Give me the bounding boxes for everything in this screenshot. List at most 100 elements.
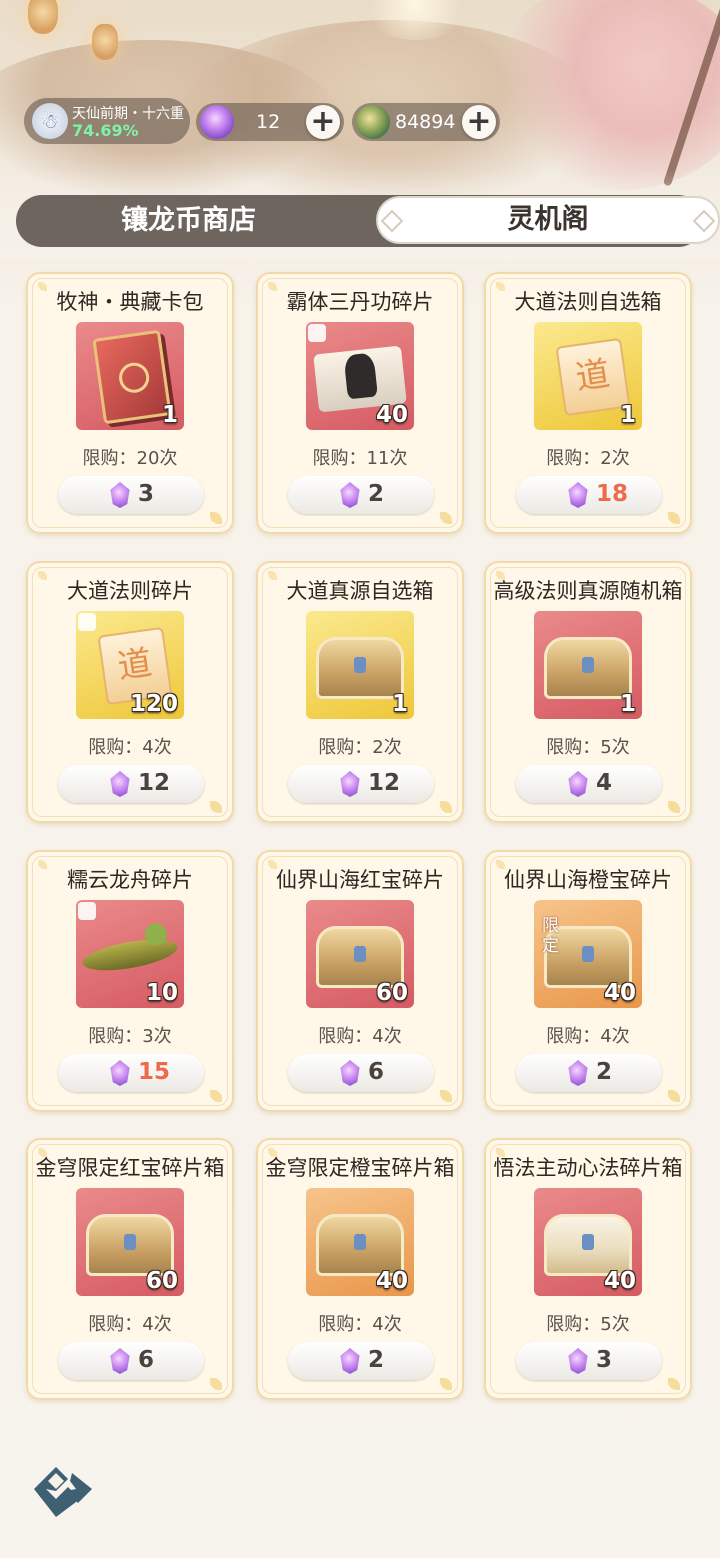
purchase-limit: 限购：4次	[318, 1314, 402, 1335]
purchase-limit: 限购：2次	[318, 737, 402, 758]
realm-title: 天仙前期・十六重	[72, 106, 184, 122]
item-image: 1	[534, 611, 642, 719]
shop-item-card[interactable]: 牧神・典藏卡包 1 限购：20次 3	[26, 272, 234, 534]
purchase-limit: 限购：5次	[546, 1314, 630, 1335]
shop-item-card[interactable]: 大道法则自选箱 道 1 限购：2次 18	[484, 272, 692, 534]
item-name: 金穹限定橙宝碎片箱	[265, 1156, 455, 1180]
item-name: 悟法主动心法碎片箱	[493, 1156, 683, 1180]
item-quantity: 1	[391, 691, 408, 717]
item-image: 60	[306, 900, 414, 1008]
item-quantity: 60	[375, 980, 408, 1006]
treasure-chest-icon	[86, 1214, 174, 1276]
item-name: 大道法则碎片	[67, 579, 193, 603]
dragon-boat-icon	[80, 933, 180, 977]
buy-button[interactable]: 3	[58, 476, 204, 514]
jade-currency: 84894 +	[352, 103, 500, 141]
treasure-chest-icon	[544, 637, 632, 699]
item-quantity: 60	[145, 1268, 178, 1294]
shop-item-card[interactable]: 仙界山海红宝碎片 60 限购：4次 6	[256, 850, 464, 1112]
buy-button[interactable]: 18	[516, 476, 662, 514]
treasure-chest-icon	[316, 926, 404, 988]
item-price: 4	[596, 770, 613, 796]
purchase-limit: 限购：4次	[318, 1026, 402, 1047]
item-price: 3	[596, 1347, 613, 1373]
item-price: 2	[596, 1059, 613, 1085]
item-price: 3	[138, 481, 155, 507]
crystal-icon	[110, 482, 130, 508]
diamond-ornament-icon	[692, 209, 716, 233]
item-image: 40	[306, 322, 414, 430]
item-quantity: 1	[619, 691, 636, 717]
item-quantity: 10	[145, 980, 178, 1006]
add-crystal-button[interactable]: +	[306, 105, 340, 139]
buy-button[interactable]: 12	[58, 765, 204, 803]
buy-button[interactable]: 2	[288, 1342, 434, 1380]
shop-item-card[interactable]: 霸体三丹功碎片 40 限购：11次 2	[256, 272, 464, 534]
tab-lingji-label: 灵机阁	[507, 204, 589, 235]
shop-item-card[interactable]: 仙界山海橙宝碎片 限定 40 限购：4次 2	[484, 850, 692, 1112]
tab-lingji-pavilion[interactable]: 灵机阁	[376, 196, 720, 244]
crystal-icon	[110, 1348, 130, 1374]
item-name: 霸体三丹功碎片	[286, 290, 434, 314]
item-name: 高级法则真源随机箱	[493, 579, 683, 603]
buy-button[interactable]: 2	[516, 1054, 662, 1092]
item-image: 10	[76, 900, 184, 1008]
shop-item-card[interactable]: 糯云龙舟碎片 10 限购：3次 15	[26, 850, 234, 1112]
treasure-chest-icon	[316, 1214, 404, 1276]
shop-item-card[interactable]: 金穹限定红宝碎片箱 60 限购：4次 6	[26, 1138, 234, 1400]
puzzle-piece-icon	[308, 324, 326, 342]
item-quantity: 1	[161, 402, 178, 428]
puzzle-piece-icon	[78, 613, 96, 631]
buy-button[interactable]: 2	[288, 476, 434, 514]
jade-coin-icon	[356, 105, 390, 139]
shop-item-card[interactable]: 高级法则真源随机箱 1 限购：5次 4	[484, 561, 692, 823]
shop-tabs: 镶龙币商店 灵机阁	[16, 195, 720, 247]
buy-button[interactable]: 6	[58, 1342, 204, 1380]
item-image: 道 120	[76, 611, 184, 719]
buy-button[interactable]: 4	[516, 765, 662, 803]
item-image: 1	[76, 322, 184, 430]
item-name: 金穹限定红宝碎片箱	[35, 1156, 225, 1180]
crystal-amount: 12	[256, 111, 281, 133]
menu-toggle-icon[interactable]	[26, 1459, 96, 1519]
cultivator-avatar-icon: ☃	[32, 103, 68, 139]
realm-progress-badge[interactable]: ☃ 天仙前期・十六重 74.69%	[24, 98, 190, 144]
item-price: 2	[368, 1347, 385, 1373]
item-price: 18	[596, 481, 629, 507]
shop-item-card[interactable]: 大道真源自选箱 1 限购：2次 12	[256, 561, 464, 823]
tab-dragon-coin-shop[interactable]: 镶龙币商店	[16, 195, 361, 247]
buy-button[interactable]: 6	[288, 1054, 434, 1092]
realm-progress: 74.69%	[72, 121, 139, 140]
item-quantity: 40	[375, 402, 408, 428]
card-pack-icon	[92, 329, 172, 425]
crystal-icon	[340, 1060, 360, 1086]
limited-badge: 限定	[542, 916, 559, 956]
item-name: 大道法则自选箱	[514, 290, 662, 314]
treasure-chest-icon	[316, 637, 404, 699]
buy-button[interactable]: 12	[288, 765, 434, 803]
item-name: 牧神・典藏卡包	[56, 290, 204, 314]
puzzle-piece-icon	[78, 902, 96, 920]
shop-item-card[interactable]: 金穹限定橙宝碎片箱 40 限购：4次 2	[256, 1138, 464, 1400]
item-price: 12	[138, 770, 171, 796]
crystal-icon	[110, 1060, 130, 1086]
buy-button[interactable]: 15	[58, 1054, 204, 1092]
item-image: 60	[76, 1188, 184, 1296]
item-image: 限定 40	[534, 900, 642, 1008]
shop-item-card[interactable]: 大道法则碎片 道 120 限购：4次 12	[26, 561, 234, 823]
item-name: 糯云龙舟碎片	[67, 868, 193, 892]
item-image: 40	[306, 1188, 414, 1296]
crystal-currency: 12 +	[196, 103, 344, 141]
shop-item-card[interactable]: 悟法主动心法碎片箱 40 限购：5次 3	[484, 1138, 692, 1400]
crystal-icon	[568, 771, 588, 797]
purchase-limit: 限购：2次	[546, 448, 630, 469]
item-name: 大道真源自选箱	[286, 579, 434, 603]
crystal-icon	[568, 1060, 588, 1086]
buy-button[interactable]: 3	[516, 1342, 662, 1380]
purchase-limit: 限购：5次	[546, 737, 630, 758]
add-jade-button[interactable]: +	[462, 105, 496, 139]
item-quantity: 40	[603, 1268, 636, 1294]
crystal-icon	[568, 482, 588, 508]
item-price: 2	[368, 481, 385, 507]
item-name: 仙界山海橙宝碎片	[504, 868, 672, 892]
